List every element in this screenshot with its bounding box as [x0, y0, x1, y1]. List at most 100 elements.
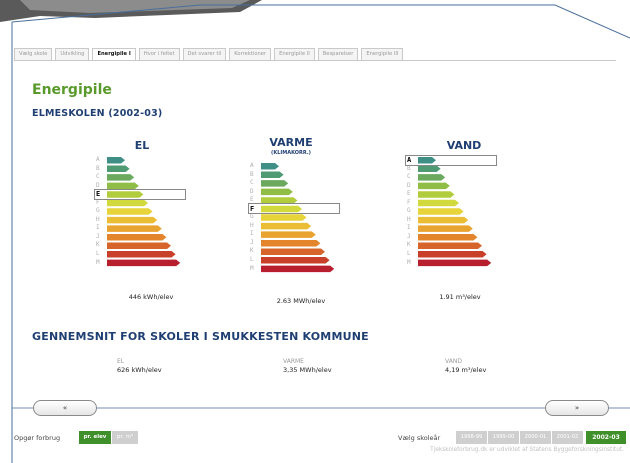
grade-letter-g: G [407, 207, 411, 215]
energy-arrow-h [107, 216, 158, 224]
grade-letter-j: J [250, 238, 254, 246]
energy-arrow-c [418, 174, 446, 181]
page-title: Energipile [32, 82, 112, 98]
grade-letter-k: K [96, 241, 100, 249]
average-title: GENNEMSNIT FOR SKOLER I SMUKKESTEN KOMMU… [32, 330, 369, 343]
energy-arrow-j [261, 239, 321, 247]
grade-letter-b: B [96, 164, 100, 172]
energy-arrow-j [107, 233, 167, 241]
grade-marker-el [94, 188, 186, 200]
column-subtitle-varme: (KLIMAKORR.) [271, 150, 311, 156]
per-elev-button[interactable]: pr. elev [79, 431, 111, 444]
grade-letter-c: C [96, 173, 100, 181]
grade-marker-vand [405, 154, 497, 166]
energy-arrow-j [418, 233, 478, 241]
energy-arrows-el [107, 157, 181, 267]
column-title-el: EL [134, 139, 150, 152]
previous-button[interactable]: « [33, 400, 97, 416]
energy-arrow-g [418, 208, 464, 215]
energy-arrow-l [261, 257, 330, 264]
grade-letter-m: M [250, 264, 254, 272]
grade-letters-vand: ABCDEFGHIJKLM [407, 156, 417, 267]
grade-letter-d: D [250, 187, 254, 195]
grade-letter-a: A [250, 162, 254, 169]
energy-arrow-i [418, 225, 473, 232]
grade-letter-k: K [250, 247, 254, 255]
grade-letter-k: K [407, 241, 411, 249]
energy-arrow-m [418, 259, 492, 267]
grade-letter-l: L [407, 250, 411, 258]
energy-arrows-vand [418, 157, 492, 267]
grade-letter-e: E [407, 190, 411, 198]
grade-letter-c: C [250, 179, 254, 187]
energy-arrow-m [261, 265, 335, 273]
grade-letter-h: H [250, 221, 254, 229]
grade-letters-el: ABCDEFGHIJKLM [96, 156, 106, 267]
energy-arrow-i [107, 225, 162, 232]
value-vand: 1.91 m³/elev [439, 293, 481, 301]
year-button-1999-00[interactable]: 1999-00 [488, 431, 519, 444]
year-button-2002-03[interactable]: 2002-03 [586, 431, 626, 444]
column-title-varme: VARME [269, 136, 313, 149]
header-decoration-light [20, 0, 250, 13]
grade-letter-m: M [96, 258, 100, 266]
average-value-el: 626 kWh/elev [117, 366, 162, 374]
grade-letter-g: G [96, 207, 100, 215]
energy-arrow-e [418, 191, 455, 198]
grade-letter-i: I [250, 230, 254, 238]
year-button-1998-99[interactable]: 1998-99 [456, 431, 487, 444]
footer-credit: Tjekskoleforbrug.dk er udviklet af State… [430, 447, 624, 453]
energy-arrow-h [418, 216, 469, 224]
average-label-vand: VAND [445, 358, 462, 365]
grade-letter-b: B [407, 164, 411, 172]
energy-arrow-l [107, 251, 176, 258]
energy-arrow-k [261, 248, 325, 255]
column-title-vand: VAND [446, 139, 482, 152]
energy-arrows-varme [261, 163, 335, 273]
grade-letter-f: F [96, 198, 100, 206]
grade-letter-l: L [250, 256, 254, 264]
energy-arrow-k [107, 242, 171, 249]
header-decoration [0, 0, 262, 22]
energy-arrow-f [418, 199, 459, 207]
average-label-el: EL [117, 358, 125, 365]
school-title: ELMESKOLEN (2002-03) [32, 108, 163, 119]
energy-arrow-g [107, 208, 153, 215]
energy-arrow-a [107, 157, 125, 164]
year-button-2000-01[interactable]: 2000-01 [520, 431, 551, 444]
average-value-varme: 3,35 MWh/elev [283, 366, 332, 374]
grade-letter-h: H [407, 215, 411, 223]
next-button[interactable]: » [545, 400, 609, 416]
energy-arrow-f [107, 199, 148, 207]
opgoer-forbrug-label: Opgør forbrug [14, 434, 61, 442]
grade-letter-c: C [407, 173, 411, 181]
grade-letter-a: A [96, 156, 100, 163]
energy-arrow-i [261, 231, 316, 238]
energy-arrow-c [261, 180, 289, 187]
grade-letter-f: F [407, 198, 411, 206]
value-el: 446 kWh/elev [128, 293, 174, 301]
grade-letter-d: D [407, 181, 411, 189]
grade-letters-varme: ABCDEFGHIJKLM [250, 162, 260, 273]
average-label-varme: VARME [283, 358, 304, 365]
year-select-label: Vælg skoleår [398, 434, 441, 442]
grade-letter-g: G [250, 213, 254, 221]
energy-arrow-d [418, 182, 450, 190]
year-button-2001-02[interactable]: 2001-02 [552, 431, 583, 444]
energy-arrow-g [261, 214, 307, 221]
per-m2-button[interactable]: pr. m² [112, 431, 138, 444]
grade-letter-h: H [96, 215, 100, 223]
grade-marker-varme [248, 203, 340, 215]
energy-arrow-b [107, 165, 130, 173]
grade-letter-i: I [96, 224, 100, 232]
grade-letter-j: J [407, 232, 411, 240]
energy-arrow-l [418, 251, 487, 258]
energy-arrow-h [261, 222, 312, 230]
energy-arrow-c [107, 174, 135, 181]
grade-letter-l: L [96, 250, 100, 258]
tab-divider [14, 60, 616, 61]
energy-arrow-k [418, 242, 482, 249]
grade-letter-m: M [407, 258, 411, 266]
grade-letter-b: B [250, 170, 254, 178]
grade-letter-j: J [96, 232, 100, 240]
